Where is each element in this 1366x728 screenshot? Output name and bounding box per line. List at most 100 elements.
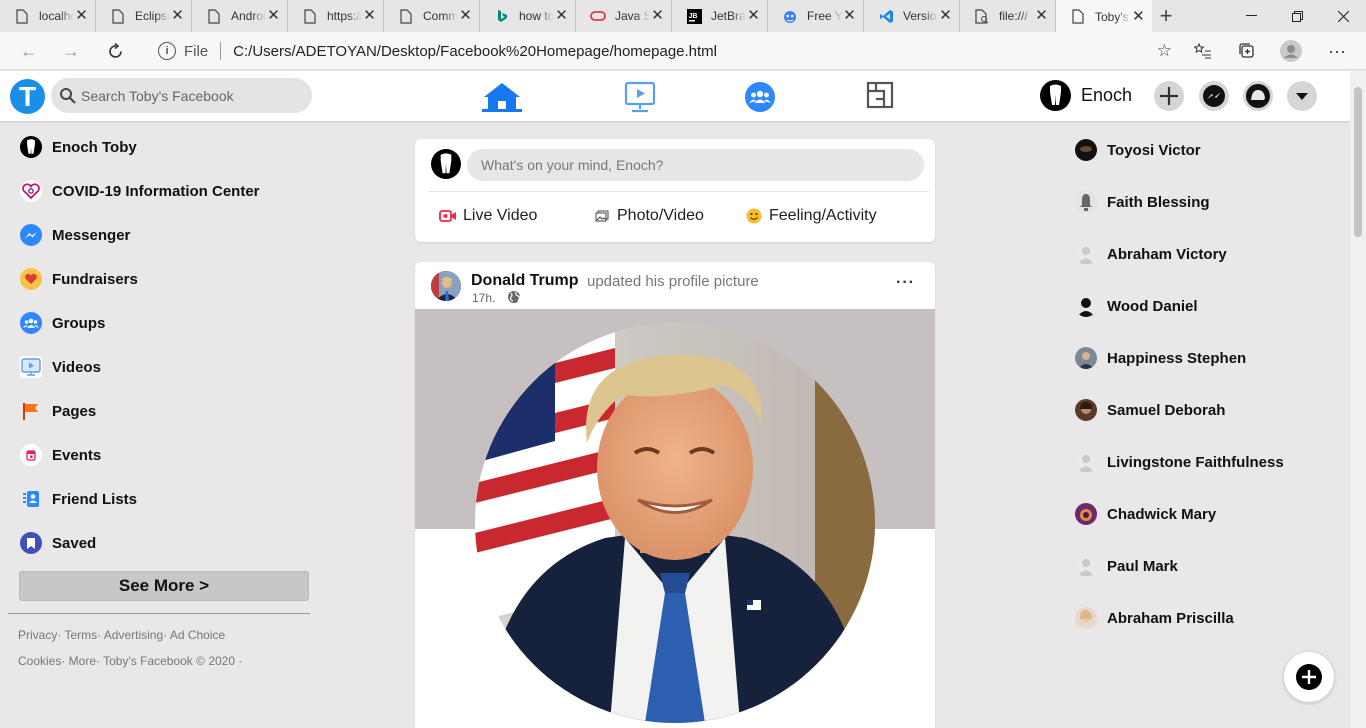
sidebar-item-label: Videos: [52, 358, 101, 376]
browser-tab[interactable]: file:/// ✕: [960, 0, 1056, 32]
search-input[interactable]: [81, 87, 301, 104]
info-icon[interactable]: i: [158, 42, 176, 60]
sidebar-item-videos[interactable]: Videos: [20, 355, 101, 379]
contact-item[interactable]: Happiness Stephen: [1075, 346, 1246, 370]
notifications-button[interactable]: [1243, 81, 1273, 111]
user-profile-icon[interactable]: [1280, 40, 1302, 62]
page-icon: [302, 8, 318, 24]
browser-tab[interactable]: https:// ✕: [288, 0, 384, 32]
contact-item[interactable]: Abraham Victory: [1075, 242, 1227, 266]
tab-close-icon[interactable]: ✕: [170, 8, 185, 24]
see-more-button[interactable]: See More >: [19, 571, 309, 601]
create-button[interactable]: [1154, 81, 1184, 111]
profile-avatar-icon[interactable]: [431, 149, 461, 179]
contact-item[interactable]: Toyosi Victor: [1075, 138, 1201, 162]
sidebar-item-fundraisers[interactable]: Fundraisers: [20, 267, 138, 291]
tab-label: Comm: [423, 9, 459, 23]
close-window-icon[interactable]: [1320, 0, 1366, 32]
search-box[interactable]: [51, 78, 312, 113]
sidebar-item-messenger[interactable]: Messenger: [20, 223, 130, 247]
address-field[interactable]: i File C:/Users/ADETOYAN/Desktop/Faceboo…: [150, 38, 1172, 64]
post-author-avatar[interactable]: [431, 271, 461, 301]
oracle-icon: [590, 8, 606, 24]
feeling-activity-button[interactable]: Feeling/Activity: [745, 207, 877, 225]
browser-tab[interactable]: JB JetBra ✕: [672, 0, 768, 32]
bing-icon: [494, 8, 510, 24]
profile-avatar-icon: [20, 136, 42, 158]
tab-close-icon[interactable]: ✕: [842, 8, 857, 24]
refresh-icon[interactable]: [104, 40, 126, 62]
action-label: Photo/Video: [617, 207, 704, 224]
post-options-button[interactable]: ···: [896, 274, 915, 292]
back-arrow-icon[interactable]: ←: [18, 40, 40, 62]
sidebar-item-friend-lists[interactable]: Friend Lists: [20, 487, 137, 511]
tab-close-icon[interactable]: ✕: [1034, 8, 1049, 24]
sidebar-item-events[interactable]: Events: [20, 443, 101, 467]
url-text[interactable]: C:/Users/ADETOYAN/Desktop/Facebook%20Hom…: [233, 43, 717, 60]
status-input[interactable]: What's on your mind, Enoch?: [467, 149, 924, 181]
contact-avatar: [1075, 243, 1097, 265]
header-profile[interactable]: Enoch: [1040, 80, 1132, 111]
tab-label: localhost: [39, 9, 75, 23]
browser-tab[interactable]: Android ✕: [192, 0, 288, 32]
tab-close-icon[interactable]: ✕: [746, 8, 761, 24]
contact-item[interactable]: Wood Daniel: [1075, 294, 1198, 318]
tab-close-icon[interactable]: ✕: [362, 8, 377, 24]
forward-arrow-icon[interactable]: →: [60, 40, 82, 62]
live-video-button[interactable]: Live Video: [439, 207, 537, 225]
tab-close-icon[interactable]: ✕: [650, 8, 665, 24]
footer-links[interactable]: Privacy· Terms· Advertising· Ad Choice: [18, 628, 225, 642]
browser-tab[interactable]: Free Y ✕: [768, 0, 864, 32]
browser-tab[interactable]: Versio ✕: [864, 0, 960, 32]
site-logo[interactable]: T: [10, 79, 45, 114]
post-author-name[interactable]: Donald Trump: [471, 272, 579, 290]
profile-picture[interactable]: [475, 323, 875, 723]
browser-tab[interactable]: Java S ✕: [576, 0, 672, 32]
restore-icon[interactable]: [1274, 0, 1320, 32]
nav-watch[interactable]: [620, 81, 660, 113]
contact-item[interactable]: Livingstone Faithfulness: [1075, 450, 1284, 474]
browser-tab[interactable]: localhost ✕: [0, 0, 96, 32]
sidebar-item-pages[interactable]: Pages: [20, 399, 96, 423]
tab-close-icon[interactable]: ✕: [266, 8, 281, 24]
contact-item[interactable]: Chadwick Mary: [1075, 502, 1216, 526]
fundraiser-heart-icon: [20, 268, 42, 290]
account-menu-button[interactable]: [1287, 81, 1317, 111]
contact-item[interactable]: Samuel Deborah: [1075, 398, 1225, 422]
browser-tab[interactable]: how to ✕: [480, 0, 576, 32]
tab-close-icon[interactable]: ✕: [74, 8, 89, 24]
browser-tab[interactable]: Comm ✕: [384, 0, 480, 32]
contact-name: Samuel Deborah: [1107, 401, 1226, 419]
contact-item[interactable]: Faith Blessing: [1075, 190, 1210, 214]
scrollbar-thumb[interactable]: [1354, 87, 1362, 237]
footer-copyright[interactable]: Cookies· More· Toby's Facebook © 2020 ·: [18, 654, 242, 668]
minimize-icon[interactable]: [1228, 0, 1274, 32]
tab-close-icon[interactable]: ✕: [554, 8, 569, 24]
sidebar-item-covid[interactable]: COVID-19 Information Center: [20, 179, 260, 203]
page-icon: [206, 8, 222, 24]
collections-icon[interactable]: [1236, 40, 1258, 62]
contact-item[interactable]: Paul Mark: [1075, 554, 1178, 578]
messenger-button[interactable]: [1199, 81, 1229, 111]
tab-close-icon[interactable]: ✕: [938, 8, 953, 24]
post-timestamp[interactable]: 17h.: [472, 291, 495, 305]
nav-gaming[interactable]: [860, 81, 900, 113]
contact-item[interactable]: Abraham Priscilla: [1075, 606, 1234, 630]
sidebar-item-groups[interactable]: Groups: [20, 311, 105, 335]
sidebar-item-profile[interactable]: Enoch Toby: [20, 135, 137, 159]
sidebar-item-saved[interactable]: Saved: [20, 531, 96, 555]
contact-avatar: [1075, 191, 1097, 213]
tab-close-icon[interactable]: ✕: [1131, 8, 1146, 25]
browser-tab-active[interactable]: Toby's ✕: [1056, 0, 1152, 33]
tab-close-icon[interactable]: ✕: [458, 8, 473, 24]
page-scrollbar[interactable]: [1350, 71, 1366, 728]
more-menu-icon[interactable]: ···: [1326, 40, 1348, 62]
new-tab-icon[interactable]: +: [1154, 0, 1178, 32]
favorite-star-icon[interactable]: ☆: [1157, 41, 1172, 61]
favorites-list-icon[interactable]: [1192, 40, 1214, 62]
photo-video-button[interactable]: Photo/Video: [593, 207, 704, 225]
browser-tab[interactable]: Eclipse ✕: [96, 0, 192, 32]
nav-groups[interactable]: [740, 81, 780, 113]
sidebar-item-label: COVID-19 Information Center: [52, 182, 260, 200]
new-message-button[interactable]: [1284, 652, 1334, 702]
